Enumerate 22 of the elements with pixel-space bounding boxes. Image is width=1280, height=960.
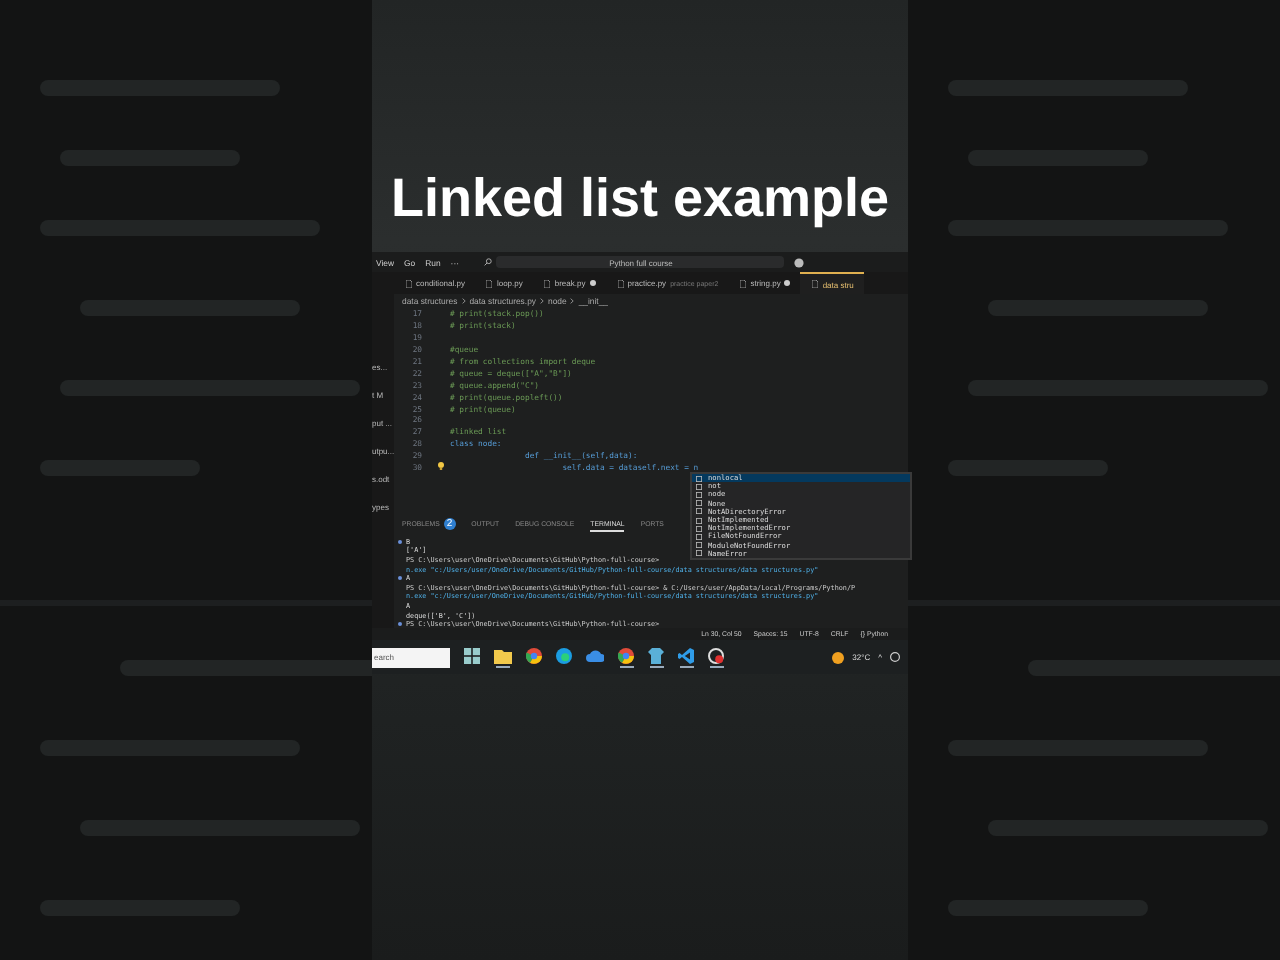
- browser-icon[interactable]: [526, 647, 542, 664]
- shirt-icon[interactable]: [648, 647, 664, 664]
- cloud-icon[interactable]: [586, 648, 604, 663]
- search-icon: [484, 258, 493, 266]
- sun-icon[interactable]: [832, 651, 845, 664]
- lightbulb-icon[interactable]: [438, 462, 444, 471]
- folder-icon[interactable]: [494, 647, 512, 664]
- file-icon: [617, 279, 624, 287]
- vscode-icon[interactable]: [678, 647, 694, 664]
- file-icon: [740, 279, 747, 287]
- record-icon[interactable]: [708, 647, 724, 664]
- file-icon: [812, 280, 819, 288]
- windows-icon[interactable]: [464, 647, 480, 664]
- browser-icon[interactable]: [556, 647, 572, 664]
- video-title: Linked list example: [388, 168, 892, 230]
- chevron-icon: [461, 298, 466, 304]
- file-icon: [544, 279, 551, 287]
- account-icon[interactable]: [794, 257, 805, 267]
- chevron-icon: [570, 298, 575, 304]
- browser-icon[interactable]: [618, 647, 634, 664]
- file-icon: [486, 279, 493, 287]
- file-icon: [406, 279, 412, 287]
